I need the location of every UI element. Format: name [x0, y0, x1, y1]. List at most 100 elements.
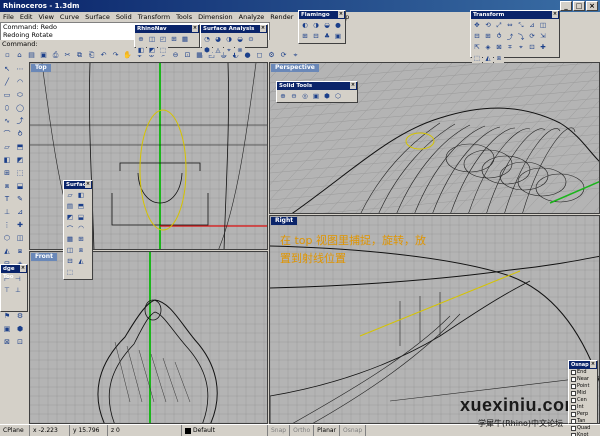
edge-tools-tool-icon[interactable]: ⊤: [2, 285, 12, 295]
close-icon[interactable]: ×: [192, 25, 198, 32]
transform-tool-icon[interactable]: ⤢: [494, 20, 504, 30]
transform-tool-icon[interactable]: ⇔: [505, 20, 515, 30]
transform-tool-icon[interactable]: ⧈: [494, 53, 504, 63]
osnap-option-perp[interactable]: Perp: [569, 411, 597, 418]
left-tool-icon[interactable]: ⧆: [14, 245, 26, 257]
surface-analysis-tool-icon[interactable]: ◕: [213, 34, 223, 44]
palette-transform-title[interactable]: Transform ×: [471, 11, 559, 19]
toolbar-tool-icon[interactable]: ▤: [26, 49, 37, 61]
checkbox-icon[interactable]: [571, 398, 576, 403]
toolbar-tool-icon[interactable]: ⌂: [14, 49, 25, 61]
left-tool-icon[interactable]: ⬚: [14, 167, 26, 179]
osnap-option-cen[interactable]: Cen: [569, 397, 597, 404]
toolbar-tool-icon[interactable]: ↶: [98, 49, 109, 61]
menu-item-curve[interactable]: Curve: [60, 12, 79, 22]
left-tool-icon[interactable]: ⬭: [14, 89, 26, 101]
edge-tools-tool-icon[interactable]: ⊣: [13, 274, 23, 284]
transform-tool-icon[interactable]: ◭: [483, 53, 493, 63]
osnap-option-near[interactable]: Near: [569, 376, 597, 383]
status-osnap[interactable]: Osnap: [340, 425, 367, 436]
transform-tool-icon[interactable]: ⤡: [516, 20, 526, 30]
surface-tool-icon[interactable]: ◧: [76, 190, 86, 200]
viewport-right-label[interactable]: Right: [271, 217, 298, 225]
toolbar-tool-icon[interactable]: ↷: [110, 49, 121, 61]
surface-analysis-tool-icon[interactable]: ◬: [213, 45, 223, 55]
rhinonav-tool-icon[interactable]: ▦: [180, 34, 190, 44]
solid-tools-tool-icon[interactable]: ◎: [300, 91, 310, 101]
palette-surface-title[interactable]: Surface ×: [64, 181, 92, 189]
left-tool-icon[interactable]: ⊞: [1, 167, 13, 179]
solid-tools-tool-icon[interactable]: ▣: [311, 91, 321, 101]
osnap-option-end[interactable]: End: [569, 369, 597, 376]
toolbar-tool-icon[interactable]: ✋: [122, 49, 133, 61]
toolbar-tool-icon[interactable]: ▣: [38, 49, 49, 61]
transform-tool-icon[interactable]: ⊡: [527, 42, 537, 52]
viewport-perspective-label[interactable]: Perspective: [271, 64, 319, 72]
surface-analysis-tool-icon[interactable]: ◑: [224, 34, 234, 44]
osnap-option-int[interactable]: Int: [569, 404, 597, 411]
osnap-panel-title[interactable]: Osnap ×: [569, 361, 597, 369]
flamingo-tool-icon[interactable]: ◑: [311, 20, 321, 30]
surface-tool-icon[interactable]: ▤: [65, 201, 75, 211]
left-tool-icon[interactable]: T: [1, 193, 13, 205]
checkbox-icon[interactable]: [571, 384, 576, 389]
surface-tool-icon[interactable]: ⬓: [76, 212, 86, 222]
close-icon[interactable]: ×: [350, 82, 356, 89]
menu-item-analyze[interactable]: Analyze: [239, 12, 265, 22]
osnap-option-mid[interactable]: Mid: [569, 390, 597, 397]
toolbar-tool-icon[interactable]: ⎗: [86, 49, 97, 61]
palette-surface-analysis-title[interactable]: Surface Analysis ×: [201, 25, 267, 33]
transform-tool-icon[interactable]: ⇱: [472, 42, 482, 52]
transform-tool-icon[interactable]: ⊟: [472, 31, 482, 41]
menu-item-view[interactable]: View: [38, 12, 53, 22]
flamingo-tool-icon[interactable]: ♣: [322, 31, 332, 41]
transform-tool-icon[interactable]: ⥀: [494, 31, 504, 41]
left-tool-icon[interactable]: ⌒: [1, 128, 13, 140]
surface-tool-icon[interactable]: ▦: [65, 234, 75, 244]
surface-tool-icon[interactable]: ⧈: [76, 245, 86, 255]
surface-analysis-tool-icon[interactable]: ◔: [202, 34, 212, 44]
palette-solid-tools-title[interactable]: Solid Tools ×: [277, 82, 357, 90]
toolbar-tool-icon[interactable]: ▫: [2, 49, 13, 61]
transform-tool-icon[interactable]: ⤴: [505, 31, 515, 41]
viewport-top-label[interactable]: Top: [31, 64, 51, 72]
checkbox-icon[interactable]: [571, 391, 576, 396]
left-tool-icon[interactable]: ⥁: [14, 128, 26, 140]
transform-tool-icon[interactable]: ⬚: [472, 53, 482, 63]
status-ortho[interactable]: Ortho: [290, 425, 315, 436]
left-tool-icon[interactable]: ⋮: [1, 219, 13, 231]
transform-tool-icon[interactable]: ⟳: [527, 31, 537, 41]
palette-edge-tools-title[interactable]: dge Too ×: [1, 265, 27, 280]
left-tool-icon[interactable]: ∿: [1, 115, 13, 127]
transform-tool-icon[interactable]: ⊠: [494, 42, 504, 52]
osnap-option-quad[interactable]: Quad: [569, 425, 597, 432]
surface-tool-icon[interactable]: ◩: [65, 212, 75, 222]
palette-flamingo-title[interactable]: Flamingo ×: [299, 11, 345, 19]
left-tool-icon[interactable]: ⤴: [14, 115, 26, 127]
checkbox-icon[interactable]: [571, 377, 576, 382]
surface-tool-icon[interactable]: ⬒: [76, 201, 86, 211]
left-tool-icon[interactable]: ⬡: [1, 232, 13, 244]
transform-tool-icon[interactable]: ✚: [538, 42, 548, 52]
checkbox-icon[interactable]: [571, 419, 576, 424]
flamingo-tool-icon[interactable]: ⊞: [300, 31, 310, 41]
menu-item-transform[interactable]: Transform: [138, 12, 170, 22]
surface-analysis-tool-icon[interactable]: ⬢: [202, 45, 212, 55]
surface-tool-icon[interactable]: ◭: [76, 256, 86, 266]
flamingo-tool-icon[interactable]: ●: [333, 20, 343, 30]
close-icon[interactable]: ×: [552, 11, 558, 18]
rhinonav-tool-icon[interactable]: ◰: [158, 34, 168, 44]
surface-tool-icon[interactable]: ◠: [76, 223, 86, 233]
close-icon[interactable]: ×: [85, 181, 91, 188]
close-icon[interactable]: ×: [20, 265, 26, 272]
left-tool-icon[interactable]: ⬯: [1, 102, 13, 114]
palette-rhinonav-title[interactable]: RhinoNav ×: [135, 25, 199, 33]
toolbar-tool-icon[interactable]: ⚙: [266, 49, 277, 61]
osnap-option-point[interactable]: Point: [569, 383, 597, 390]
left-tool-icon[interactable]: ▣: [1, 323, 13, 335]
toolbar-tool-icon[interactable]: ⟳: [278, 49, 289, 61]
edge-tools-tool-icon[interactable]: ⊥: [13, 285, 23, 295]
transform-tool-icon[interactable]: ⊞: [483, 31, 493, 41]
left-tool-icon[interactable]: ⬓: [14, 180, 26, 192]
rhinonav-tool-icon[interactable]: ◩: [147, 45, 157, 55]
